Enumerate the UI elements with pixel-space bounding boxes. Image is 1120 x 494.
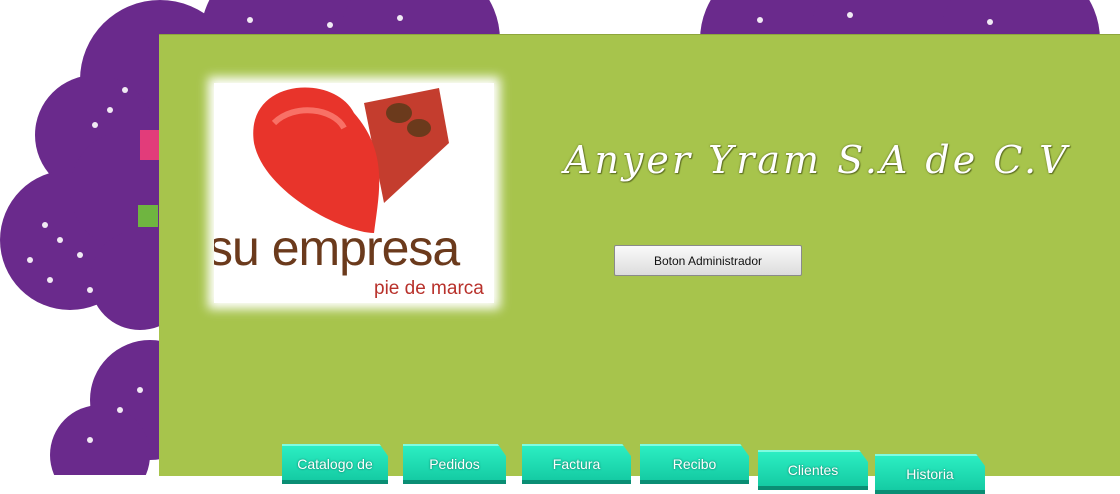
tab-historia[interactable]: Historia [875,454,985,494]
logo-brand-text: su empresa [214,220,460,276]
tab-pedidos[interactable]: Pedidos [403,444,506,484]
admin-button[interactable]: Boton Administrador [614,245,802,276]
main-panel: su empresa pie de marca Anyer Yram S.A d… [159,34,1120,494]
tab-catalogo[interactable]: Catalogo de [282,444,388,484]
tab-clientes[interactable]: Clientes [758,450,868,490]
tab-factura[interactable]: Factura [522,444,631,484]
company-title: Anyer Yram S.A de C.V [564,138,1070,182]
logo-tagline-text: pie de marca [374,278,484,299]
tab-recibo[interactable]: Recibo [640,444,749,484]
company-logo: su empresa pie de marca [214,83,494,303]
